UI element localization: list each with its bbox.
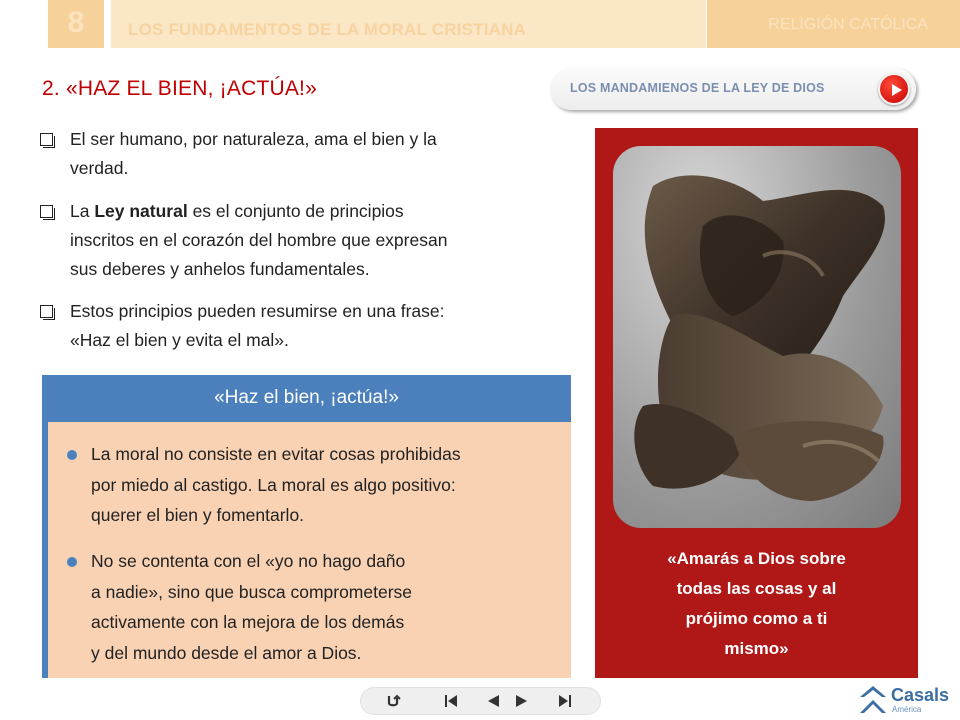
list-item: La moral no consiste en evitar cosas pro… [62,439,562,531]
bullet-item: Estos principios pueden resumirse en una… [40,297,550,355]
bullet-dot-icon [67,450,77,460]
casals-logo: Casals América [858,683,958,717]
next-icon[interactable] [507,687,537,715]
commandments-link-label: LOS MANDAMIENOS DE LA LEY DE DIOS [570,81,825,95]
checkbox-bullet-icon [40,305,55,320]
section-title: 2. «HAZ EL BIEN, ¡ACTÚA!» [42,77,317,100]
hands-sculpture-image [613,146,901,528]
slide-navigation [360,687,601,715]
quote-card: «Amarás a Dios sobre todas las cosas y a… [595,128,918,678]
unit-number: 8 [67,6,85,39]
header-bar: 8 LOS FUNDAMENTOS DE LA MORAL CRISTIANA … [0,0,960,50]
logo-name: Casals [891,685,950,705]
commandment-quote: «Amarás a Dios sobre todas las cosas y a… [667,549,846,658]
unit-title-box: LOS FUNDAMENTOS DE LA MORAL CRISTIANA [111,0,706,48]
bullet-item: El ser humano, por naturaleza, ama el bi… [40,125,550,183]
commandments-link-button[interactable]: LOS MANDAMIENOS DE LA LEY DE DIOS [550,68,916,110]
subject-box: RELIGIÓN CATÓLICA [707,0,960,48]
highlight-box: «Haz el bien, ¡actúa!» La moral no consi… [42,375,571,678]
highlight-box-title: «Haz el bien, ¡actúa!» [214,387,399,408]
bullet-dot-icon [67,557,77,567]
previous-icon[interactable] [478,687,508,715]
first-page-icon[interactable] [436,687,466,715]
unit-number-box: 8 [48,0,104,48]
checkbox-bullet-icon [40,133,55,148]
return-icon[interactable] [378,687,408,715]
bullet-item: La Ley natural es el conjunto de princip… [40,197,550,284]
subject-label: RELIGIÓN CATÓLICA [768,16,928,33]
list-item: No se contenta con el «yo no hago daño a… [62,546,562,668]
logo-sub: América [892,705,922,714]
checkbox-bullet-icon [40,205,55,220]
play-icon[interactable] [878,73,910,105]
highlight-box-body: La moral no consiste en evitar cosas pro… [48,422,571,678]
last-page-icon[interactable] [550,687,580,715]
unit-title: LOS FUNDAMENTOS DE LA MORAL CRISTIANA [128,20,527,39]
